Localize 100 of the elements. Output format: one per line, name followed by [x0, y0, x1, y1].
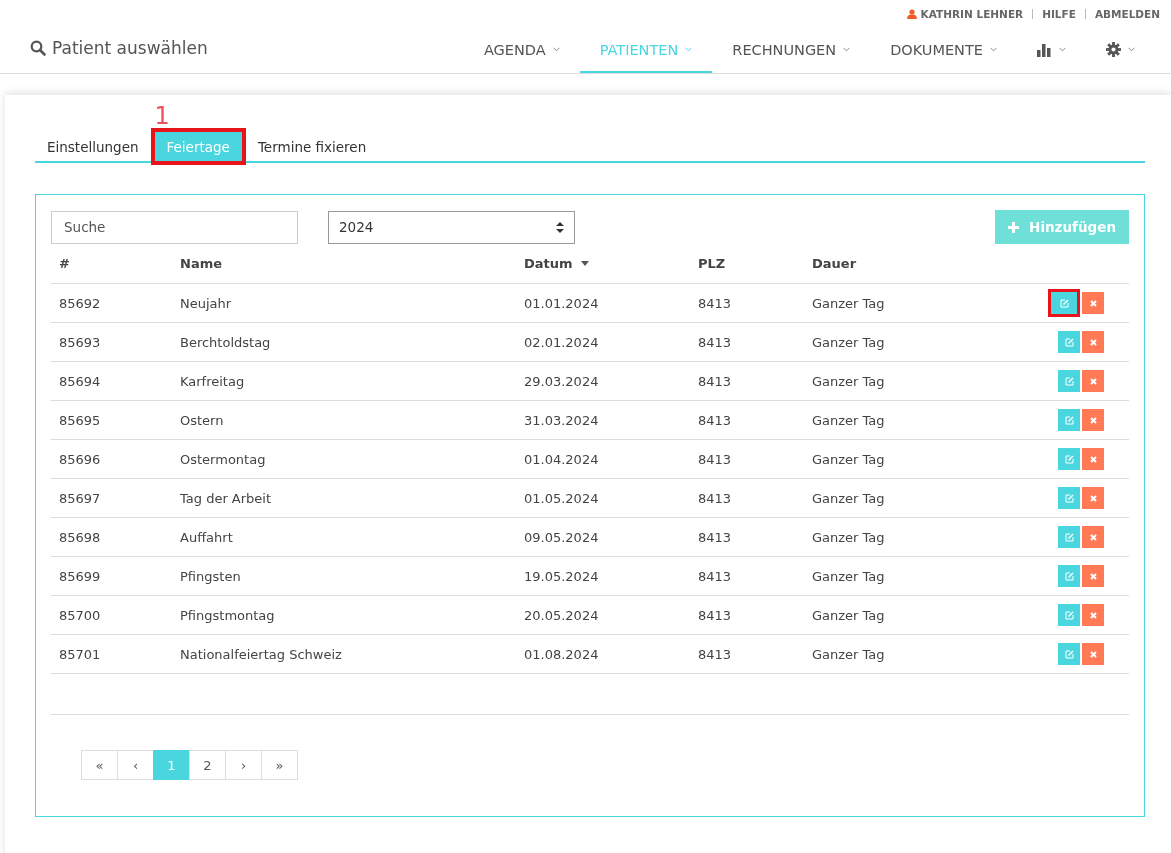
table-cell: 85695	[59, 412, 101, 428]
settings-icon	[1106, 42, 1121, 57]
edit-icon	[1064, 454, 1074, 464]
table-cell: 8413	[698, 334, 732, 350]
delete-button[interactable]	[1082, 448, 1104, 470]
nav-menu-item[interactable]: DOKUMENTE	[870, 28, 1017, 73]
table-cell: Ganzer Tag	[812, 334, 885, 350]
table-cell: 8413	[698, 568, 732, 584]
table-cell: 85700	[59, 607, 101, 623]
close-icon	[1089, 533, 1097, 541]
user-link[interactable]: KATHRIN LEHNER	[906, 8, 1024, 20]
table-cell: 8413	[698, 373, 732, 389]
annotation-number: 1	[154, 102, 170, 130]
table-cell: Ganzer Tag	[812, 646, 885, 662]
table-cell: 85697	[59, 490, 101, 506]
table-cell: 02.01.2024	[524, 334, 599, 350]
table-cell: 31.03.2024	[524, 412, 599, 428]
table-cell: Ostermontag	[180, 451, 266, 467]
table-cell: Ostern	[180, 412, 224, 428]
table-cell: Ganzer Tag	[812, 490, 885, 506]
table-cell: Karfreitag	[180, 373, 245, 389]
table-cell: 85693	[59, 334, 101, 350]
column-header[interactable]: Datum	[524, 256, 589, 271]
edit-icon	[1064, 571, 1074, 581]
table-cell: 20.05.2024	[524, 607, 599, 623]
column-header[interactable]: Name	[180, 256, 222, 271]
pagination-button[interactable]: »	[261, 750, 298, 780]
header-link[interactable]: ABMELDEN	[1094, 8, 1160, 20]
table-cell: 8413	[698, 295, 732, 311]
edit-icon	[1064, 493, 1074, 503]
close-icon	[1089, 416, 1097, 424]
edit-icon	[1059, 298, 1069, 308]
table-cell: Ganzer Tag	[812, 373, 885, 389]
column-header[interactable]: #	[59, 256, 70, 271]
edit-icon	[1064, 610, 1074, 620]
table-cell: Pfingsten	[180, 568, 241, 584]
delete-button[interactable]	[1082, 526, 1104, 548]
table-cell: Pfingstmontag	[180, 607, 275, 623]
edit-button[interactable]	[1048, 289, 1080, 317]
pagination-button[interactable]: ›	[225, 750, 262, 780]
edit-icon	[1064, 415, 1074, 425]
delete-button[interactable]	[1082, 565, 1104, 587]
table-cell: 09.05.2024	[524, 529, 599, 545]
delete-button[interactable]	[1082, 604, 1104, 626]
table-cell: 01.05.2024	[524, 490, 599, 506]
table-cell: 01.01.2024	[524, 295, 599, 311]
column-header[interactable]: PLZ	[698, 256, 726, 271]
table-cell: 01.04.2024	[524, 451, 599, 467]
table-cell: Ganzer Tag	[812, 451, 885, 467]
tab[interactable]: Einstellungen	[35, 132, 151, 161]
column-header[interactable]: Dauer	[812, 256, 857, 271]
year-select[interactable]: 2024	[328, 210, 575, 244]
delete-button[interactable]	[1082, 643, 1104, 665]
caret-icon	[843, 47, 851, 52]
table-cell: 29.03.2024	[524, 373, 599, 389]
edit-icon	[1064, 376, 1074, 386]
table-cell: 85694	[59, 373, 101, 389]
close-icon	[1089, 572, 1097, 580]
table-cell: 85698	[59, 529, 101, 545]
table-cell: 8413	[698, 607, 732, 623]
table-cell: Ganzer Tag	[812, 295, 885, 311]
delete-button[interactable]	[1082, 409, 1104, 431]
close-icon	[1089, 650, 1097, 658]
close-icon	[1089, 377, 1097, 385]
table-cell: Ganzer Tag	[812, 568, 885, 584]
header-link[interactable]: HILFE	[1042, 8, 1076, 20]
pagination-button[interactable]: «	[81, 750, 118, 780]
table-cell: 8413	[698, 646, 732, 662]
table-cell: Ganzer Tag	[812, 529, 885, 545]
delete-button[interactable]	[1082, 370, 1104, 392]
table-cell: Auffahrt	[180, 529, 233, 545]
delete-button[interactable]	[1082, 331, 1104, 353]
table-cell: 01.08.2024	[524, 646, 599, 662]
close-icon	[1089, 611, 1097, 619]
table-cell: Ganzer Tag	[812, 607, 885, 623]
table-cell: Tag der Arbeit	[180, 490, 272, 506]
close-icon	[1089, 494, 1097, 502]
pagination-button[interactable]: 2	[189, 750, 226, 780]
table-cell: 8413	[698, 529, 732, 545]
table-cell: 85692	[59, 295, 101, 311]
search-field[interactable]: Suche	[51, 210, 298, 244]
table-cell: Nationalfeiertag Schweiz	[180, 646, 342, 662]
caret-icon	[1059, 47, 1066, 52]
delete-button[interactable]	[1082, 292, 1104, 314]
table-cell: 8413	[698, 451, 732, 467]
sort-arrows-icon	[556, 221, 564, 233]
nav-menu-item[interactable]: RECHNUNGEN	[712, 28, 871, 73]
caret-icon	[990, 47, 997, 52]
caret-icon	[552, 47, 560, 52]
table-cell: 8413	[698, 412, 732, 428]
nav-menu-item[interactable]: AGENDA	[463, 28, 580, 73]
edit-icon	[1064, 532, 1074, 542]
table-cell: 85699	[59, 568, 101, 584]
table-cell: Berchtoldstag	[180, 334, 271, 350]
tab[interactable]: Termine fixieren	[245, 132, 379, 161]
table-cell: 85701	[59, 646, 101, 662]
person-icon	[906, 9, 917, 19]
close-icon	[1089, 338, 1097, 346]
table-cell: 19.05.2024	[524, 568, 599, 584]
delete-button[interactable]	[1082, 487, 1104, 509]
